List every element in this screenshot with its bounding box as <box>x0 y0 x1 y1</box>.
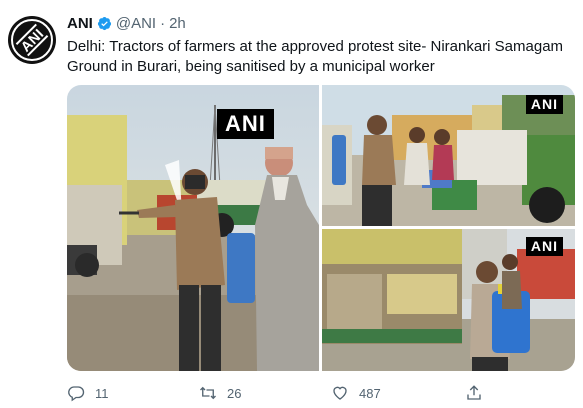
share-icon <box>467 385 481 400</box>
photo-3[interactable]: ANI <box>322 229 575 371</box>
like-count: 487 <box>359 385 381 401</box>
author-name[interactable]: ANI <box>67 15 93 32</box>
like-icon <box>333 386 347 400</box>
ani-watermark: ANI <box>217 109 274 139</box>
timestamp[interactable]: 2h <box>169 15 186 32</box>
ani-watermark: ANI <box>525 95 563 114</box>
separator: · <box>160 15 166 32</box>
tweet-header: ANI @ANI · 2h <box>67 15 186 32</box>
photo-2[interactable]: ANI <box>322 85 575 226</box>
retweet-icon <box>200 386 216 400</box>
share-button[interactable] <box>465 384 493 402</box>
avatar-text: ANI <box>15 23 49 57</box>
like-button[interactable]: 487 <box>331 384 381 402</box>
photo-1[interactable]: ANI <box>67 85 319 371</box>
reply-count: 11 <box>95 385 109 401</box>
media-grid: ANI ANI ANI <box>67 85 575 371</box>
reply-button[interactable]: 11 <box>67 384 109 402</box>
verified-icon <box>97 16 112 31</box>
ani-watermark: ANI <box>525 237 563 256</box>
author-handle[interactable]: @ANI <box>116 15 156 32</box>
tweet[interactable]: ANI ANI @ANI · 2h Delhi: Tractors of far… <box>0 0 583 408</box>
ani-logo: ANI <box>8 16 56 64</box>
action-bar: 11 26 487 <box>67 384 567 404</box>
tweet-text: Delhi: Tractors of farmers at the approv… <box>67 38 564 75</box>
avatar[interactable]: ANI <box>8 16 56 64</box>
reply-icon <box>68 386 85 402</box>
retweet-count: 26 <box>227 385 242 401</box>
retweet-button[interactable]: 26 <box>199 384 241 402</box>
photo-1-image <box>67 85 319 371</box>
